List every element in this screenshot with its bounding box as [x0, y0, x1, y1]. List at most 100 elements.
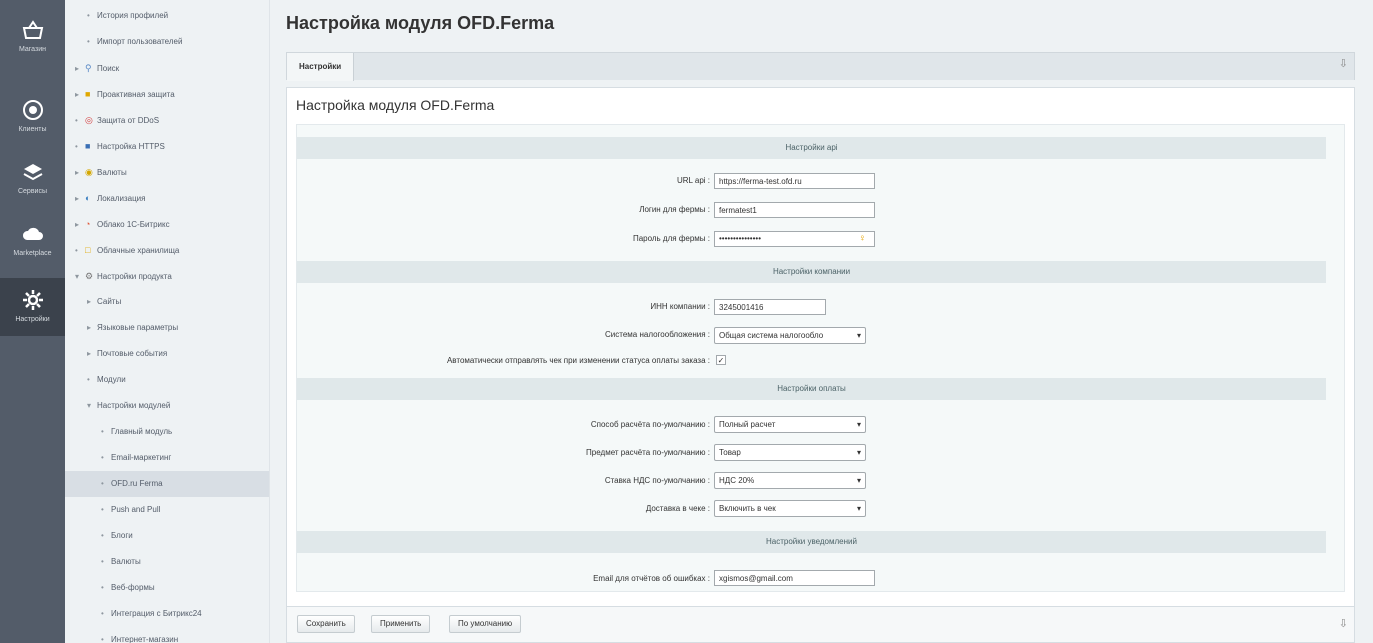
- bullet-icon: •: [101, 453, 104, 462]
- globe-icon: ◐: [85, 193, 91, 203]
- bullet-icon: •: [75, 142, 78, 151]
- bullet-icon: •: [75, 116, 78, 125]
- expand-arrow-icon[interactable]: ▸: [75, 212, 85, 238]
- tree-item[interactable]: ▸ ◉ Валюты: [65, 159, 269, 186]
- url-api-input[interactable]: [714, 173, 875, 189]
- expand-arrow-icon[interactable]: ▸: [75, 56, 85, 82]
- expand-arrow-icon[interactable]: ▸: [75, 82, 85, 108]
- expand-arrow-icon[interactable]: ▸: [87, 289, 97, 315]
- vat-label: Ставка НДС по-умолчанию :: [604, 476, 710, 485]
- apply-button[interactable]: Применить: [371, 615, 431, 633]
- tree-item[interactable]: • Главный модуль: [65, 419, 269, 445]
- leftbar-label: Настройки: [15, 316, 50, 323]
- bullet-icon: •: [87, 37, 90, 46]
- tree-item[interactable]: ▸ Языковые параметры: [65, 315, 269, 341]
- delivery-select[interactable]: Включить в чек ▾: [714, 500, 866, 517]
- tree-item[interactable]: • Веб-формы: [65, 575, 269, 601]
- tree-item[interactable]: • История профилей: [65, 3, 269, 29]
- cloud-icon: [22, 227, 43, 240]
- expand-arrow-icon[interactable]: ▸: [75, 186, 85, 212]
- leftbar-label: Marketplace: [13, 250, 52, 257]
- calc-subject-select[interactable]: Товар ▾: [714, 444, 866, 461]
- form-footer: Сохранить Применить По умолчанию ⇩: [286, 607, 1355, 643]
- tree-item[interactable]: • Интеграция с Битрикс24: [65, 601, 269, 627]
- tax-system-value: Общая система налогообло: [719, 331, 824, 340]
- email-input[interactable]: [714, 570, 875, 586]
- tree-item[interactable]: ▸ ⚲ Поиск: [65, 55, 269, 82]
- tree-item-label: Настройка HTTPS: [97, 142, 165, 151]
- tree-item[interactable]: ▸ ■ Проактивная защита: [65, 81, 269, 108]
- password-input[interactable]: ••••••••••••••• ♀: [714, 231, 875, 247]
- tree-item-label: Защита от DDoS: [97, 116, 160, 125]
- page-title: Настройка модуля OFD.Ferma: [286, 13, 555, 33]
- tree-item[interactable]: ▾ Настройки модулей: [65, 393, 269, 419]
- tree-item[interactable]: • Импорт пользователей: [65, 29, 269, 55]
- tree-item[interactable]: ▸ ◐ Локализация: [65, 185, 269, 212]
- vat-select[interactable]: НДС 20% ▾: [714, 472, 866, 489]
- delivery-value: Включить в чек: [719, 504, 776, 513]
- tree-item-label: Валюты: [97, 168, 127, 177]
- leftbar-item-shop[interactable]: Магазин: [0, 18, 65, 68]
- tree-item[interactable]: ▸ ◔ Облако 1С-Битрикс: [65, 211, 269, 238]
- tree-item[interactable]: • Push and Pull: [65, 497, 269, 523]
- leftbar-item-clients[interactable]: Клиенты: [0, 98, 65, 148]
- main-area: Настройка модуля OFD.Ferma Настройки ⇩ Н…: [270, 0, 1373, 643]
- bullet-icon: •: [101, 427, 104, 436]
- tree-item[interactable]: • Модули: [65, 367, 269, 393]
- tree-item[interactable]: • ■ Настройка HTTPS: [65, 133, 269, 159]
- chevron-down-icon: ▾: [856, 476, 861, 485]
- password-label: Пароль для фермы :: [632, 234, 710, 243]
- settings-panel: Настройка модуля OFD.Ferma: [286, 87, 1355, 607]
- expand-arrow-icon[interactable]: ▸: [87, 315, 97, 341]
- tree-item-label: Настройки модулей: [97, 401, 171, 410]
- product-settings-icon: ⚙: [85, 271, 94, 281]
- lock-icon: ■: [85, 89, 91, 99]
- collapse-arrow-icon[interactable]: ▾: [87, 393, 97, 419]
- tree-item-label: Проактивная защита: [97, 90, 175, 99]
- tree-item[interactable]: ▾ ⚙ Настройки продукта: [65, 263, 269, 290]
- email-label: Email для отчётов об ошибках :: [593, 574, 710, 583]
- chevron-down-icon: ▾: [856, 504, 861, 513]
- tree-item-label: Сайты: [97, 297, 122, 306]
- calc-method-select[interactable]: Полный расчет ▾: [714, 416, 866, 433]
- auto-send-checkbox[interactable]: ✓: [716, 355, 726, 365]
- clients-icon: [22, 100, 43, 120]
- leftbar-item-services[interactable]: Сервисы: [0, 160, 65, 210]
- content-title: Настройка модуля OFD.Ferma: [296, 97, 495, 113]
- auto-send-label: Автоматически отправлять чек при изменен…: [446, 356, 710, 365]
- tree-item[interactable]: • ◎ Защита от DDoS: [65, 107, 269, 133]
- tree-item-label: Почтовые события: [97, 349, 168, 358]
- tree-item[interactable]: • Валюты: [65, 549, 269, 575]
- tree-item-label: Локализация: [97, 194, 146, 203]
- tree-item[interactable]: • Email-маркетинг: [65, 445, 269, 471]
- leftbar-item-settings[interactable]: Настройки: [0, 278, 65, 336]
- section-header-api: Настройки api: [297, 137, 1326, 159]
- tree-item-label: История профилей: [97, 11, 169, 20]
- section-header-company: Настройки компании: [297, 261, 1326, 283]
- tab-bar: Настройки ⇩: [286, 52, 1355, 81]
- tree-item-selected[interactable]: • OFD.ru Ferma: [65, 471, 269, 497]
- tree-item[interactable]: • □ Облачные хранилища: [65, 237, 269, 263]
- inn-input[interactable]: [714, 299, 826, 315]
- key-icon[interactable]: ♀: [859, 232, 867, 246]
- expand-arrow-icon[interactable]: ▸: [75, 160, 85, 186]
- pin-icon[interactable]: ⇩: [1339, 617, 1348, 630]
- currency-icon: ◉: [85, 167, 93, 177]
- inn-label: ИНН компании :: [650, 302, 710, 311]
- bullet-icon: •: [101, 583, 104, 592]
- leftbar-item-marketplace[interactable]: Marketplace: [0, 222, 65, 272]
- tree-item[interactable]: • Интернет-магазин: [65, 627, 269, 643]
- tree-item[interactable]: ▸ Сайты: [65, 289, 269, 315]
- default-button[interactable]: По умолчанию: [449, 615, 522, 633]
- collapse-arrow-icon[interactable]: ▾: [75, 264, 85, 290]
- tax-system-select[interactable]: Общая система налогообло ▾: [714, 327, 866, 344]
- tree-item[interactable]: ▸ Почтовые события: [65, 341, 269, 367]
- save-button[interactable]: Сохранить: [297, 615, 355, 633]
- tab-settings[interactable]: Настройки: [287, 53, 355, 81]
- left-icon-bar: Магазин Клиенты Сервисы Marketplace Наст…: [0, 0, 65, 643]
- tree-item-label: Блоги: [111, 531, 133, 540]
- tree-item[interactable]: • Блоги: [65, 523, 269, 549]
- login-input[interactable]: [714, 202, 875, 218]
- expand-arrow-icon[interactable]: ▸: [87, 341, 97, 367]
- pin-icon[interactable]: ⇩: [1339, 57, 1348, 70]
